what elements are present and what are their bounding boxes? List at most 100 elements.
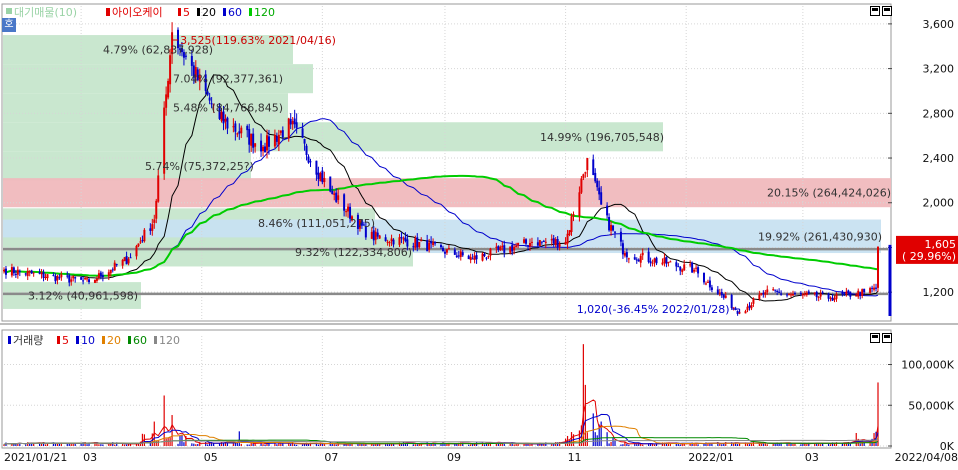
candle-body (528, 243, 531, 247)
volume-bar (294, 444, 296, 446)
candle-body (859, 292, 862, 296)
volume-bar (333, 444, 335, 446)
supply-zone-label: 7.04% (92,377,361) (173, 73, 283, 86)
volume-bar (472, 444, 474, 446)
legend-swatch (8, 336, 11, 344)
candle-body (536, 242, 539, 246)
candle-body (799, 292, 802, 294)
volume-bar (483, 444, 486, 446)
candle-body (315, 160, 318, 175)
volume-bar (669, 443, 671, 446)
candle-body (586, 158, 589, 171)
candle-body (52, 275, 55, 277)
volume-bar (205, 441, 207, 446)
volume-bar (240, 443, 242, 446)
candle-body (167, 80, 170, 98)
x-tick-label: 2022/01 (688, 451, 734, 464)
y-tick-label: 1,200 (923, 286, 955, 299)
candle-body (869, 288, 872, 293)
volume-bar (620, 444, 622, 446)
candle-body (788, 294, 791, 296)
volume-bar (626, 443, 628, 446)
volume-bar (610, 442, 612, 446)
candle-body (153, 219, 156, 223)
volume-bar (373, 444, 375, 446)
volume-bar (697, 444, 699, 446)
volume-bar (849, 443, 851, 446)
candle-body (378, 235, 381, 239)
side-tab-label: 호 (4, 19, 14, 30)
candle-body (791, 294, 794, 296)
candle-body (817, 296, 820, 298)
candle-body (416, 237, 419, 248)
volume-bar (806, 444, 808, 446)
candle-body (845, 291, 848, 294)
candle-body (704, 283, 707, 285)
volume-panel-maximize-button[interactable] (870, 333, 880, 343)
x-tick-label: 07 (324, 451, 338, 464)
candle-body (614, 231, 617, 233)
price-panel-maximize-button[interactable] (870, 6, 880, 16)
volume-bar (416, 444, 418, 446)
supply-zone-label: 5.48% (84,766,845) (173, 102, 283, 115)
candle-body (370, 231, 373, 239)
supply-zone-label: 3.12% (40,961,598) (28, 290, 138, 303)
candle-body (115, 264, 118, 266)
legend-ma-label: 20 (202, 6, 216, 19)
candle-body (93, 279, 96, 283)
candle-body (483, 253, 486, 257)
volume-bar (44, 444, 47, 446)
volume-bar (246, 444, 248, 446)
chart-canvas: 4.79% (62,837,928)7.04% (92,377,361)5.48… (0, 0, 958, 466)
candle-body (254, 143, 257, 147)
volume-bar (541, 444, 543, 446)
candle-body (580, 178, 583, 193)
candle-body (525, 239, 528, 244)
supply-zone-label: 9.32% (122,334,806) (295, 246, 412, 259)
volume-bar (529, 444, 531, 446)
candle-body (517, 242, 520, 246)
candle-body (400, 237, 403, 239)
candle-body (56, 275, 59, 281)
candle-body (279, 130, 282, 133)
candle-body (208, 97, 211, 101)
candle-body (497, 246, 500, 250)
candle-body (647, 251, 650, 262)
candle-body (495, 246, 498, 248)
candle-body (281, 130, 284, 138)
candle-body (637, 259, 640, 262)
candle-body (681, 269, 684, 272)
legend-swatch (223, 8, 226, 16)
volume-bar (414, 444, 416, 446)
volume-bar (774, 443, 776, 446)
candle-body (724, 295, 727, 298)
x-tick-label: 11 (568, 451, 582, 464)
candle-body (331, 191, 334, 194)
candle-body (139, 241, 142, 243)
volume-bar (379, 444, 381, 446)
candle-body (252, 133, 255, 148)
candle-body (857, 290, 860, 297)
supply-zone-label: 5.74% (75,372,25?) (145, 160, 254, 173)
candle-body (121, 259, 124, 266)
candle-body (513, 246, 516, 251)
stock-chart-window: 4.79% (62,837,928) 7.04% (92,377,361) 5.48… (0, 0, 958, 466)
candle-body (833, 298, 836, 300)
candle-body (295, 122, 298, 128)
legend-ma-label: 20 (107, 334, 121, 347)
candle-body (16, 269, 19, 275)
volume-panel-close-button[interactable] (882, 333, 892, 343)
side-tab[interactable]: 호 (2, 18, 16, 32)
candle-body (716, 289, 719, 294)
candle-body (384, 237, 387, 242)
candle-body (129, 257, 132, 259)
x-tick-label: 05 (204, 451, 218, 464)
candle-body (441, 247, 444, 252)
supply-zone-label: 20.15% (264,424,026) (767, 187, 891, 200)
candle-body (544, 241, 547, 243)
volume-bar (390, 444, 393, 446)
y-tick-label: 50,000K (908, 399, 954, 412)
candle-body (151, 224, 154, 231)
volume-bar (719, 443, 721, 446)
price-panel-close-button[interactable] (882, 6, 892, 16)
